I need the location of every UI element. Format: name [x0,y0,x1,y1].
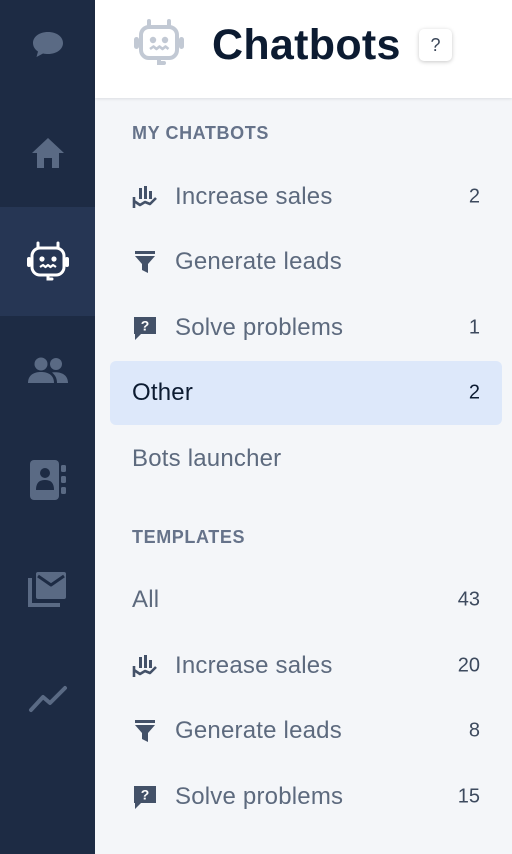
nav-item-label: Generate leads [175,717,342,744]
nav-item-bots-launcher[interactable]: Bots launcher [110,427,502,491]
rail-inbox-button[interactable] [0,534,95,643]
chart-hand-icon [132,653,158,679]
svg-text:?: ? [141,318,150,334]
nav-item-other[interactable]: Other 2 [110,361,502,425]
rail-chatbots-button[interactable] [0,207,95,316]
rail-chat-button[interactable] [0,0,95,98]
nav-item-count: 8 [468,719,480,742]
nav-item-count: 2 [468,185,480,208]
nav-item-templates-solve-problems[interactable]: ? Solve problems 15 [110,765,502,829]
page-header: Chatbots ? [95,0,512,98]
contacts-icon [29,459,66,500]
nav-item-templates-increase-sales[interactable]: Increase sales 20 [110,634,502,698]
home-icon [31,137,64,168]
nav-item-count: 43 [457,588,480,611]
rail-people-button[interactable] [0,316,95,425]
nav-item-count: 1 [468,316,480,339]
nav-item-count: 20 [457,654,480,677]
nav-item-label: Bots launcher [132,445,282,472]
bot-icon [26,241,69,280]
section-title-templates: TEMPLATES [132,527,246,547]
page-title: Chatbots [212,21,401,69]
people-icon [27,357,68,383]
nav-item-label: Solve problems [175,783,344,810]
nav-item-count: 15 [457,785,480,808]
funnel-icon [132,249,158,275]
section-title-my-chatbots: MY CHATBOTS [132,123,269,143]
help-button[interactable]: ? [419,29,452,61]
nav-item-label: Solve problems [175,314,344,341]
nav-item-label: Other [132,379,194,406]
nav-item-label: Increase sales [175,183,333,210]
nav-item-increase-sales[interactable]: Increase sales 2 [110,165,502,229]
rail-contacts-button[interactable] [0,425,95,534]
svg-text:?: ? [141,787,150,803]
chatbots-panel: MY CHATBOTS Increase sales 2 Generate le… [95,98,512,854]
nav-item-label: All [132,586,160,613]
inbox-icon [27,571,66,607]
chat-icon [32,31,63,57]
left-rail [0,0,95,854]
question-chat-icon: ? [132,784,158,810]
nav-item-solve-problems[interactable]: ? Solve problems 1 [110,296,502,360]
nav-item-label: Increase sales [175,652,333,679]
bot-icon [134,19,184,65]
nav-item-templates-all[interactable]: All 43 [110,568,502,632]
rail-home-button[interactable] [0,98,95,207]
funnel-icon [132,718,158,744]
chart-hand-icon [132,184,158,210]
nav-item-label: Generate leads [175,248,342,275]
rail-analytics-button[interactable] [0,643,95,752]
question-chat-icon: ? [132,315,158,341]
trend-icon [28,685,67,712]
nav-item-count: 2 [468,381,480,404]
nav-item-generate-leads[interactable]: Generate leads [110,230,502,294]
nav-item-templates-generate-leads[interactable]: Generate leads 8 [110,699,502,763]
